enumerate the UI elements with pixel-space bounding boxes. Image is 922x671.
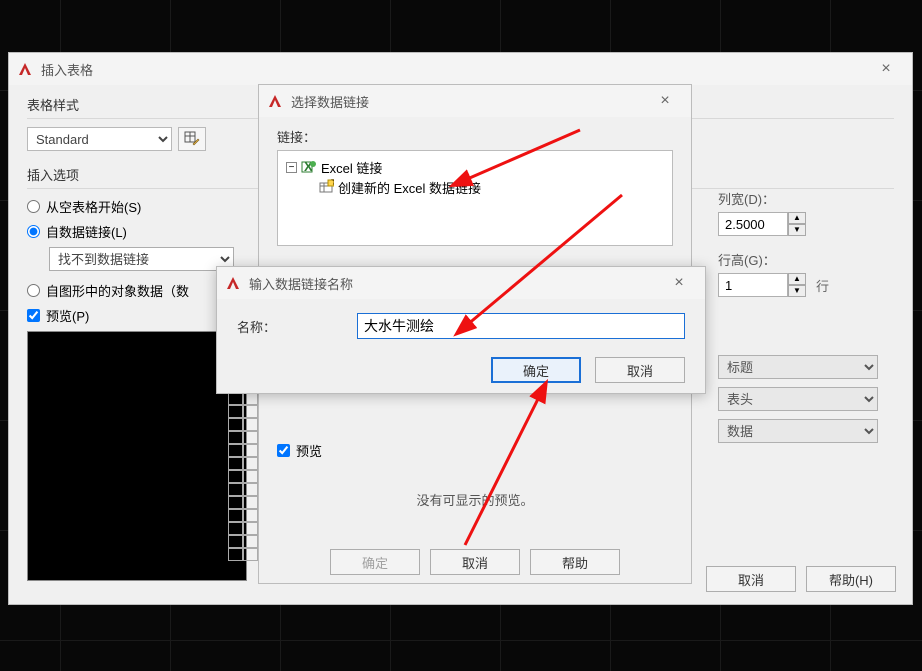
input-name-dialog: 输入数据链接名称 × 名称： 确定 取消 — [216, 266, 706, 394]
tree-child-label: 创建新的 Excel 数据链接 — [338, 178, 481, 197]
tree-collapse-icon[interactable]: − — [286, 162, 297, 173]
sel-help-button[interactable]: 帮助 — [530, 549, 620, 575]
no-preview-message: 没有可显示的预览。 — [277, 490, 673, 509]
right-column-settings: 列宽(D)： ▲ ▼ 行高(G)： ▲ ▼ 行 标题 表头 数据 — [718, 183, 894, 447]
sel-preview-label: 预览 — [296, 441, 322, 460]
colwidth-input[interactable] — [718, 212, 788, 236]
colwidth-up[interactable]: ▲ — [788, 212, 806, 224]
cellstyle-header-select[interactable]: 表头 — [718, 387, 878, 411]
rowheight-up[interactable]: ▲ — [788, 273, 806, 285]
new-link-icon: ★ — [318, 179, 334, 195]
titlebar[interactable]: 插入表格 × — [9, 53, 912, 85]
table-pencil-icon — [184, 131, 200, 147]
dialog-title: 选择数据链接 — [291, 92, 645, 111]
dialog-title: 插入表格 — [41, 60, 866, 79]
name-input[interactable] — [357, 313, 685, 339]
tree-root-label: Excel 链接 — [321, 158, 382, 177]
preview-checkbox[interactable] — [27, 309, 40, 322]
edit-style-button[interactable] — [178, 127, 206, 151]
opt-object-label: 自图形中的对象数据（数 — [46, 281, 189, 300]
close-icon[interactable]: × — [645, 92, 685, 110]
sel-cancel-button[interactable]: 取消 — [430, 549, 520, 575]
svg-text:★: ★ — [330, 179, 334, 188]
titlebar[interactable]: 选择数据链接 × — [259, 85, 691, 117]
rowheight-label: 行高(G)： — [718, 250, 894, 269]
opt-datalink-label: 自数据链接(L) — [46, 222, 127, 241]
preview-label: 预览(P) — [46, 306, 89, 325]
colwidth-label: 列宽(D)： — [718, 189, 894, 208]
datalink-select[interactable]: 找不到数据链接 — [49, 247, 234, 271]
radio-datalink[interactable] — [27, 225, 40, 238]
input-ok-button[interactable]: 确定 — [491, 357, 581, 383]
name-label: 名称： — [237, 317, 357, 336]
opt-empty-label: 从空表格开始(S) — [46, 197, 141, 216]
radio-object[interactable] — [27, 284, 40, 297]
sel-ok-button[interactable]: 确定 — [330, 549, 420, 575]
sel-preview-checkbox-row[interactable]: 预览 — [277, 441, 673, 460]
link-label: 链接： — [277, 127, 673, 146]
close-icon[interactable]: × — [659, 274, 699, 292]
insert-cancel-button[interactable]: 取消 — [706, 566, 796, 592]
close-icon[interactable]: × — [866, 60, 906, 78]
colwidth-down[interactable]: ▼ — [788, 224, 806, 236]
rowheight-suffix: 行 — [816, 276, 829, 295]
table-style-select[interactable]: Standard — [27, 127, 172, 151]
link-tree[interactable]: − X Excel 链接 ★ 创建新的 Excel 数据链接 — [277, 150, 673, 246]
tree-root-row[interactable]: − X Excel 链接 — [286, 157, 664, 177]
insert-help-button[interactable]: 帮助(H) — [806, 566, 896, 592]
autocad-logo-icon — [225, 275, 241, 291]
rowheight-down[interactable]: ▼ — [788, 285, 806, 297]
cellstyle-title-select[interactable]: 标题 — [718, 355, 878, 379]
cellstyle-data-select[interactable]: 数据 — [718, 419, 878, 443]
tree-child-row[interactable]: ★ 创建新的 Excel 数据链接 — [286, 177, 664, 197]
dialog-title: 输入数据链接名称 — [249, 274, 659, 293]
rowheight-input[interactable] — [718, 273, 788, 297]
autocad-logo-icon — [267, 93, 283, 109]
radio-empty[interactable] — [27, 200, 40, 213]
titlebar[interactable]: 输入数据链接名称 × — [217, 267, 705, 299]
preview-pane: /*rows*/ — [27, 331, 247, 581]
autocad-logo-icon — [17, 61, 33, 77]
excel-links-icon: X — [301, 159, 317, 175]
sel-preview-checkbox[interactable] — [277, 444, 290, 457]
input-cancel-button[interactable]: 取消 — [595, 357, 685, 383]
